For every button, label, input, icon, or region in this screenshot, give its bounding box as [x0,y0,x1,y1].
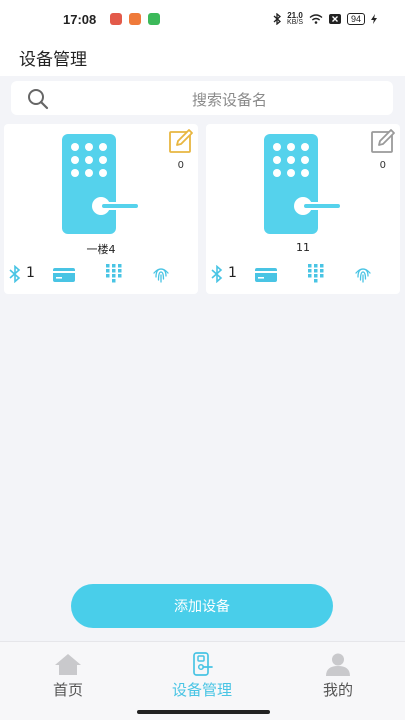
tab-label: 首页 [52,681,83,699]
home-indicator [137,710,270,714]
bluetooth-count: 1 [26,265,35,281]
network-speed-unit: KB/S [287,19,303,26]
device-features: 1 [4,263,198,285]
network-speed: 21.0 KB/S [287,11,303,27]
device-count: 0 [177,160,184,171]
tab-bar: 首页 设备管理 我的 [0,641,405,720]
battery-level: 94 [346,13,365,25]
smart-lock-image [264,134,342,234]
fingerprint-icon[interactable] [353,264,373,284]
charging-icon [371,14,377,24]
smart-lock-image [62,134,140,234]
device-features: 1 [206,263,400,285]
device-card[interactable]: 0 一楼4 1 [4,124,198,294]
bluetooth-icon[interactable] [210,265,224,283]
notification-app-icon [129,13,141,25]
page-title: 设备管理 [19,50,87,70]
tab-devices[interactable]: 设备管理 [152,652,252,704]
add-device-button[interactable]: 添加设备 [71,584,333,628]
bluetooth-count: 1 [228,265,237,281]
notification-app-icon [110,13,122,25]
device-card[interactable]: 0 11 1 [206,124,400,294]
person-icon [326,653,350,676]
search-placeholder: 搜索设备名 [191,91,267,109]
tab-label: 设备管理 [171,681,232,699]
keypad-icon[interactable] [307,263,325,283]
device-count: 0 [379,160,386,171]
status-indicators: 21.0 KB/S 94 [273,12,377,26]
notification-app-icon [148,13,160,25]
status-bar: 17:08 21.0 KB/S 94 [0,0,405,40]
tab-me[interactable]: 我的 [288,652,388,704]
card-icon[interactable] [254,267,278,283]
fingerprint-icon[interactable] [151,264,171,284]
no-sim-icon [328,14,341,24]
device-name: 11 [296,241,310,254]
bluetooth-status-icon [273,13,282,25]
tab-home[interactable]: 首页 [18,652,118,704]
home-icon [55,654,81,675]
device-name: 一楼4 [86,243,116,256]
search-bar[interactable]: 搜索设备名 [11,81,393,115]
tab-label: 我的 [322,681,353,699]
edit-icon[interactable] [370,128,396,154]
header: 设备管理 [0,40,405,76]
device-icon [193,652,213,676]
bluetooth-icon[interactable] [8,265,22,283]
edit-icon[interactable] [168,128,194,154]
wifi-icon [309,14,323,24]
status-time: 17:08 [63,12,97,27]
card-icon[interactable] [52,267,76,283]
keypad-icon[interactable] [105,263,123,283]
network-speed-value: 21.0 [287,11,303,20]
